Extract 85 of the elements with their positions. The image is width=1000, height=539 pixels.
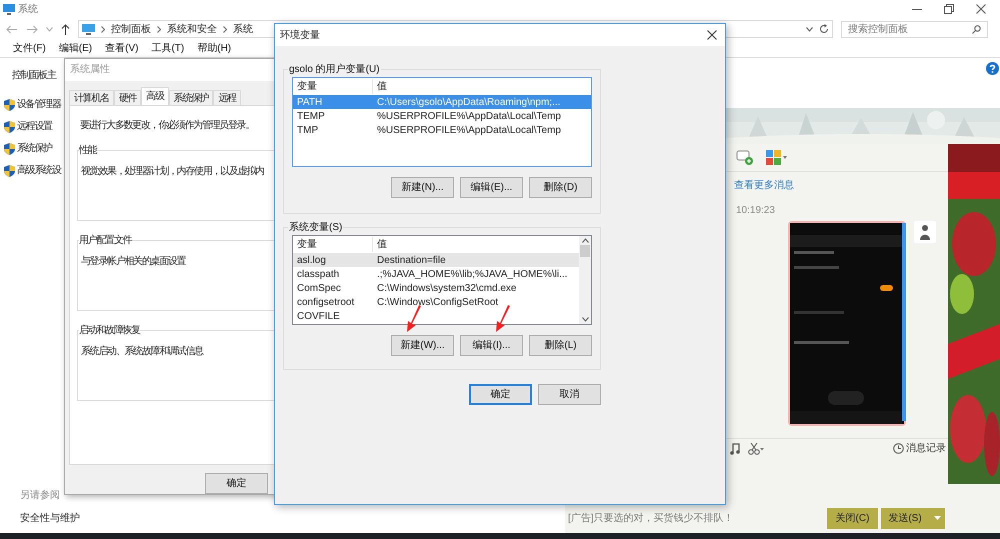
sidebar-link[interactable]: 控制面板主: [4, 68, 64, 83]
sidebar-link[interactable]: 设备管理器: [17, 97, 61, 112]
window-title: 系统: [18, 2, 38, 16]
column-header[interactable]: 值: [373, 79, 387, 94]
sidebar-link[interactable]: 安全性与维护: [20, 511, 80, 526]
scrollbar[interactable]: [579, 236, 591, 324]
menu-item[interactable]: 编辑(E): [58, 41, 92, 56]
list-action-button[interactable]: 编辑(I)...: [460, 335, 523, 356]
dialog-button[interactable]: 取消: [538, 384, 601, 405]
avatar: [914, 221, 936, 243]
group-description: 系统启动、系统故障和调试信息: [81, 346, 203, 357]
list-action-button[interactable]: 删除(L): [529, 335, 592, 356]
group-title: 启动和故障恢复: [79, 324, 140, 338]
chevron-icon: [223, 26, 227, 32]
ad-text: [广告]只要选的对，买货钱少不排队！: [568, 512, 734, 526]
tab[interactable]: 系统保护: [168, 90, 214, 105]
chat-add-icon[interactable]: [736, 150, 754, 166]
scissors-icon[interactable]: [748, 442, 764, 454]
menu-item[interactable]: 帮助(H): [197, 41, 232, 56]
tab[interactable]: 硬件: [114, 90, 142, 105]
clock-icon: [893, 443, 904, 454]
tab[interactable]: 高级: [141, 86, 169, 105]
close-chat-button[interactable]: 关闭(C): [827, 508, 878, 528]
variable-row[interactable]: asl.log Destination=file: [293, 253, 579, 267]
message-time: 10:19:23: [735, 204, 776, 218]
section-label: 另请参阅: [20, 488, 61, 503]
ok-button[interactable]: 确定: [205, 473, 268, 494]
dialog-title: 环境变量: [280, 28, 320, 42]
list-action-button[interactable]: 新建(W)...: [391, 335, 454, 356]
breadcrumb-item[interactable]: 控制面板: [111, 22, 151, 36]
group-title: 性能: [79, 144, 96, 158]
down-caret-icon[interactable]: [582, 317, 588, 322]
tab[interactable]: 远程: [213, 90, 241, 105]
down-caret-icon[interactable]: [806, 26, 813, 32]
variable-row[interactable]: COVFILE: [293, 309, 579, 323]
variable-row[interactable]: configsetroot C:\Windows\ConfigSetRoot: [293, 295, 579, 309]
menu-item[interactable]: 查看(V): [105, 41, 138, 56]
restore-icon[interactable]: [944, 4, 954, 14]
variable-row[interactable]: TMP %USERPROFILE%\AppData\Local\Temp: [293, 123, 591, 137]
column-header[interactable]: 变量: [293, 79, 373, 94]
variable-row[interactable]: TEMP %USERPROFILE%\AppData\Local\Temp: [293, 109, 591, 123]
monitor-icon: [3, 4, 15, 14]
list-action-button[interactable]: 删除(D): [529, 177, 592, 198]
list-action-button[interactable]: 编辑(E)...: [460, 177, 523, 198]
chevron-icon: [157, 26, 161, 32]
list-action-button[interactable]: 新建(N)...: [391, 177, 454, 198]
column-header[interactable]: 变量: [293, 237, 373, 252]
chevron-icon: [101, 26, 105, 32]
column-header[interactable]: 值: [373, 237, 387, 252]
sidebar-link[interactable]: 远程设置: [17, 119, 52, 134]
tab[interactable]: 计算机名: [69, 90, 114, 105]
dialog-title: 系统属性: [70, 62, 110, 78]
menu-item[interactable]: 文件(F): [13, 41, 46, 56]
search-icon: [972, 24, 981, 34]
group-title: 系统变量(S): [288, 220, 344, 235]
refresh-icon[interactable]: [819, 24, 829, 34]
group-title: gsolo 的用户变量(U): [288, 62, 381, 77]
scrollbar-thumb[interactable]: [580, 245, 590, 257]
variable-row[interactable]: classpath .;%JAVA_HOME%\lib;%JAVA_HOME%\li...: [293, 267, 579, 281]
music-note-icon[interactable]: [730, 442, 740, 454]
menu-item[interactable]: 工具(T): [151, 41, 184, 56]
group-description: 与登录帐户相关的桌面设置: [81, 256, 186, 267]
sidebar-link[interactable]: 系统保护: [17, 141, 52, 156]
history-button[interactable]: 消息记录: [906, 441, 946, 456]
close-icon[interactable]: [976, 4, 986, 14]
monitor-icon: [82, 24, 95, 34]
close-icon[interactable]: [707, 30, 717, 40]
help-icon[interactable]: [986, 62, 999, 75]
up-caret-icon[interactable]: [582, 238, 588, 243]
shield-icon: [4, 164, 15, 176]
up-arrow-icon[interactable]: [61, 24, 70, 34]
breadcrumb-item[interactable]: 系统: [233, 22, 253, 36]
shield-icon: [4, 98, 15, 110]
shield-icon: [4, 120, 15, 132]
sidebar-link[interactable]: 高级系统设: [17, 163, 61, 178]
group-title: 用户配置文件: [79, 234, 132, 248]
shield-icon: [4, 142, 15, 154]
search-field[interactable]: 搜索控制面板: [841, 20, 988, 38]
variable-row[interactable]: ComSpec C:\Windows\system32\cmd.exe: [293, 281, 579, 295]
breadcrumb-item[interactable]: 系统和安全: [167, 22, 217, 36]
notice-text: 要进行大多数更改，你必须作为管理员登录。: [80, 118, 256, 133]
more-messages-link[interactable]: 查看更多消息: [726, 178, 948, 193]
dialog-button[interactable]: 确定: [469, 384, 532, 405]
group-description: 视觉效果，处理器计划，内存使用，以及虚拟内: [81, 166, 264, 177]
apps-grid-icon[interactable]: [766, 150, 788, 165]
